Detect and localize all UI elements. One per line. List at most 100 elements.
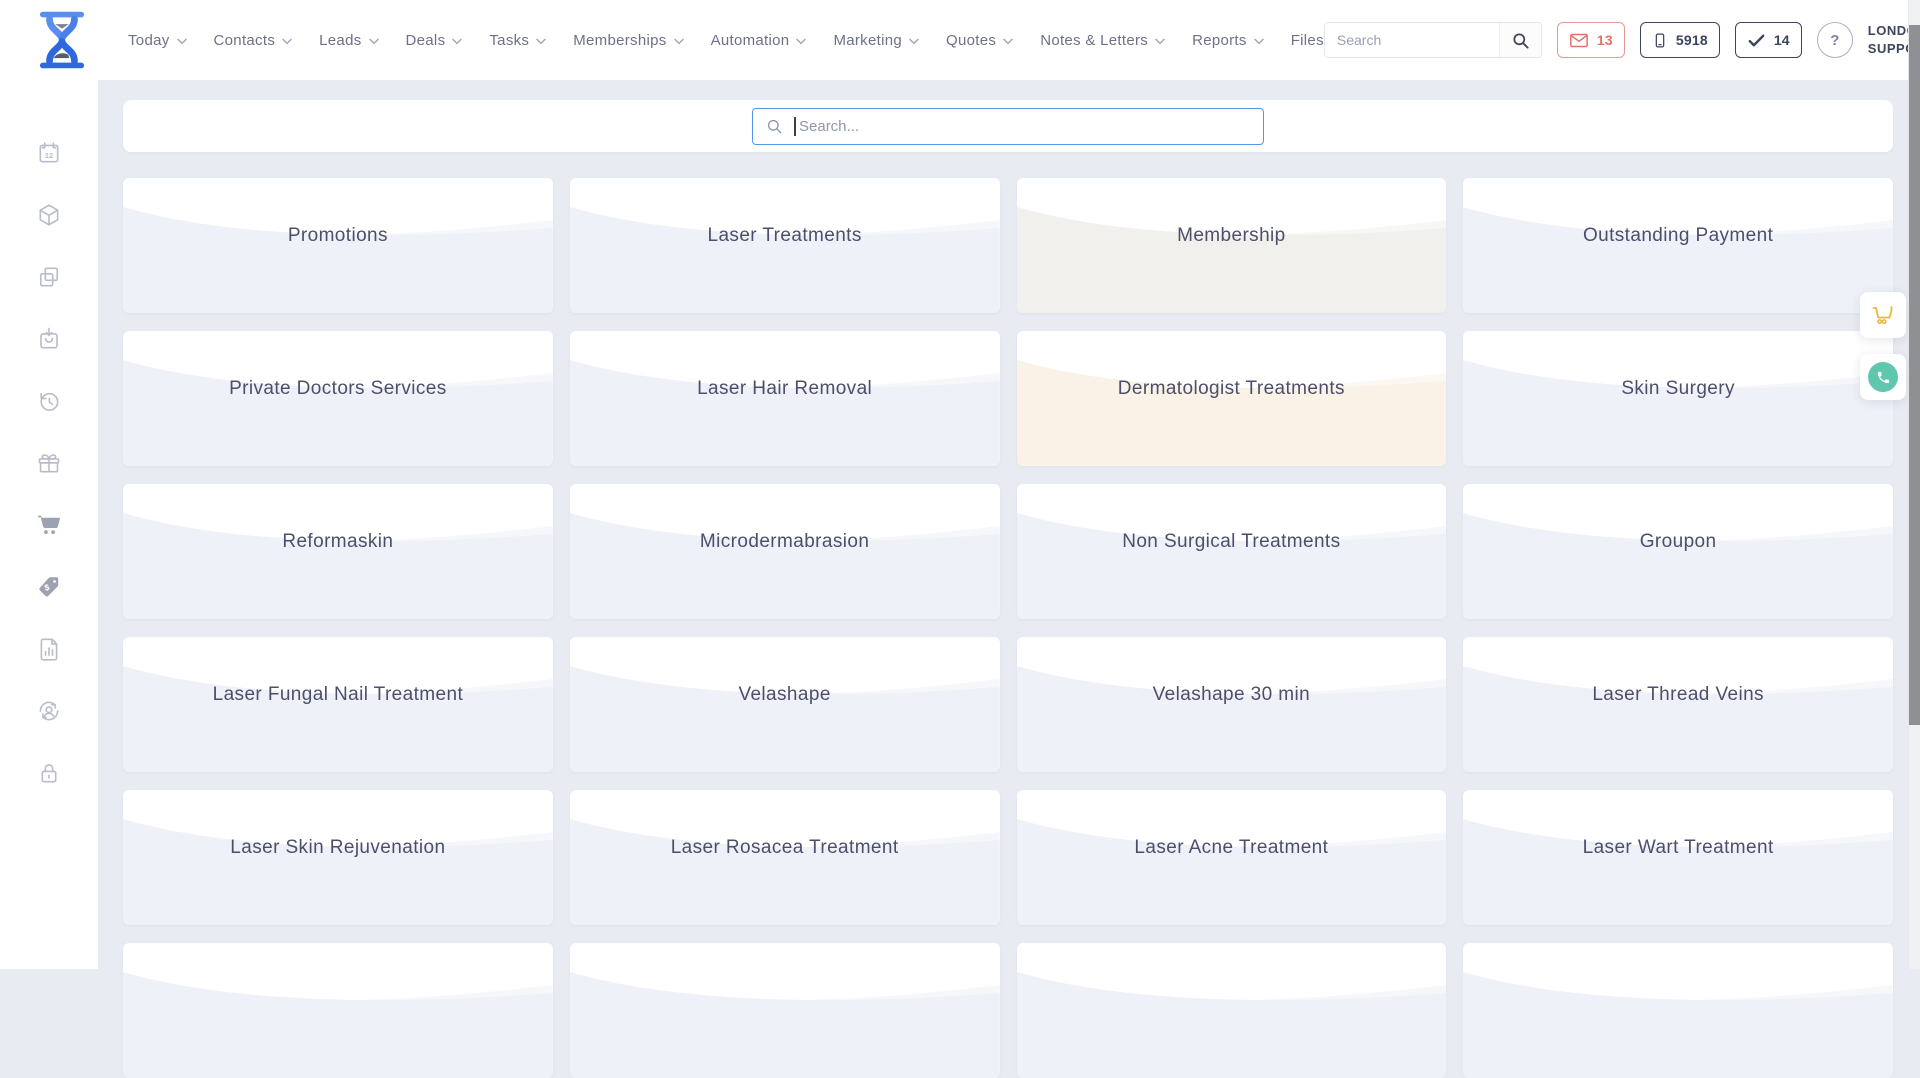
nav-item-tasks[interactable]: Tasks <box>489 32 546 49</box>
card-laser-rosacea-treatment[interactable]: Laser Rosacea Treatment <box>570 790 1000 925</box>
card-empty[interactable] <box>1017 943 1447 1078</box>
calls-count: 5918 <box>1676 32 1708 48</box>
card-velashape-30-min[interactable]: Velashape 30 min <box>1017 637 1447 772</box>
chevron-down-icon <box>536 38 546 45</box>
card-velashape[interactable]: Velashape <box>570 637 1000 772</box>
call-floating-button[interactable] <box>1860 354 1906 400</box>
cart-floating-button[interactable] <box>1860 292 1906 338</box>
card-label: Outstanding Payment <box>1471 225 1885 247</box>
nav-item-files[interactable]: Files <box>1291 32 1324 49</box>
sidebar-item-gift-icon[interactable] <box>36 450 62 476</box>
search-submit-button[interactable] <box>1499 23 1541 57</box>
nav-item-leads[interactable]: Leads <box>319 32 378 49</box>
search-icon <box>766 118 783 135</box>
nav-item-deals[interactable]: Deals <box>406 32 463 49</box>
nav-item-contacts[interactable]: Contacts <box>214 32 293 49</box>
nav-item-memberships[interactable]: Memberships <box>573 32 683 49</box>
sidebar-item-history-icon[interactable] <box>36 388 62 414</box>
chevron-down-icon <box>796 38 806 45</box>
card-promotions[interactable]: Promotions <box>123 178 553 313</box>
card-empty[interactable] <box>570 943 1000 1078</box>
chevron-down-icon <box>1003 38 1013 45</box>
card-laser-wart-treatment[interactable]: Laser Wart Treatment <box>1463 790 1893 925</box>
tasks-badge[interactable]: 14 <box>1735 22 1802 58</box>
messages-badge[interactable]: 13 <box>1557 22 1625 58</box>
card-label: Groupon <box>1471 531 1885 553</box>
card-label: Laser Wart Treatment <box>1471 837 1885 859</box>
chevron-down-icon <box>1155 38 1165 45</box>
nav-item-label: Contacts <box>214 32 276 49</box>
card-label: Laser Fungal Nail Treatment <box>131 684 545 706</box>
card-laser-treatments[interactable]: Laser Treatments <box>570 178 1000 313</box>
cart-icon <box>1870 302 1897 329</box>
chevron-down-icon <box>452 38 462 45</box>
services-search-panel <box>123 100 1893 152</box>
card-label: Private Doctors Services <box>131 378 545 400</box>
card-non-surgical-treatments[interactable]: Non Surgical Treatments <box>1017 484 1447 619</box>
global-search <box>1324 22 1542 58</box>
card-laser-acne-treatment[interactable]: Laser Acne Treatment <box>1017 790 1447 925</box>
nav-item-automation[interactable]: Automation <box>711 32 807 49</box>
nav-item-label: Reports <box>1192 32 1247 49</box>
smartphone-icon <box>1652 31 1668 50</box>
nav-item-label: Tasks <box>489 32 529 49</box>
sidebar-item-copy-icon[interactable] <box>36 264 62 290</box>
tasks-count: 14 <box>1774 32 1790 48</box>
nav-item-quotes[interactable]: Quotes <box>946 32 1013 49</box>
card-label: Laser Thread Veins <box>1471 684 1885 706</box>
card-skin-surgery[interactable]: Skin Surgery <box>1463 331 1893 466</box>
nav-item-label: Memberships <box>573 32 666 49</box>
sidebar-item-package-icon[interactable] <box>36 202 62 228</box>
card-label: Skin Surgery <box>1471 378 1885 400</box>
check-icon <box>1747 31 1766 50</box>
global-search-input[interactable] <box>1325 32 1499 48</box>
scrollbar-thumb[interactable] <box>1909 25 1920 725</box>
card-outstanding-payment[interactable]: Outstanding Payment <box>1463 178 1893 313</box>
card-groupon[interactable]: Groupon <box>1463 484 1893 619</box>
sidebar-item-calendar-icon[interactable]: 12 <box>36 140 62 166</box>
app-logo[interactable] <box>34 10 90 70</box>
card-dermatologist-treatments[interactable]: Dermatologist Treatments <box>1017 331 1447 466</box>
card-label: Laser Hair Removal <box>578 378 992 400</box>
card-laser-fungal-nail-treatment[interactable]: Laser Fungal Nail Treatment <box>123 637 553 772</box>
card-laser-skin-rejuvenation[interactable]: Laser Skin Rejuvenation <box>123 790 553 925</box>
card-private-doctors-services[interactable]: Private Doctors Services <box>123 331 553 466</box>
card-reformaskin[interactable]: Reformaskin <box>123 484 553 619</box>
card-membership[interactable]: Membership <box>1017 178 1447 313</box>
nav-item-reports[interactable]: Reports <box>1192 32 1264 49</box>
phone-call-icon <box>1868 362 1898 392</box>
chevron-down-icon <box>177 38 187 45</box>
card-label: Microdermabrasion <box>578 531 992 553</box>
messages-count: 13 <box>1597 32 1613 48</box>
card-laser-hair-removal[interactable]: Laser Hair Removal <box>570 331 1000 466</box>
sidebar-item-account-rotate-icon[interactable] <box>36 698 62 724</box>
sidebar-item-bag-receive-icon[interactable] <box>36 326 62 352</box>
card-empty[interactable] <box>123 943 553 1078</box>
services-search-input[interactable] <box>796 118 1263 135</box>
nav-item-notes-letters[interactable]: Notes & Letters <box>1040 32 1165 49</box>
sidebar-item-report-icon[interactable] <box>36 636 62 662</box>
svg-text:12: 12 <box>45 151 53 160</box>
nav-item-marketing[interactable]: Marketing <box>833 32 919 49</box>
question-icon: ? <box>1830 32 1839 49</box>
card-label: Laser Skin Rejuvenation <box>131 837 545 859</box>
nav-item-today[interactable]: Today <box>128 32 187 49</box>
nav-item-label: Deals <box>406 32 446 49</box>
services-search <box>752 108 1264 145</box>
card-empty[interactable] <box>1463 943 1893 1078</box>
nav-item-label: Files <box>1291 32 1324 49</box>
card-laser-thread-veins[interactable]: Laser Thread Veins <box>1463 637 1893 772</box>
card-label: Velashape <box>578 684 992 706</box>
card-label: Non Surgical Treatments <box>1025 531 1439 553</box>
nav-item-label: Quotes <box>946 32 996 49</box>
sidebar-item-lock-icon[interactable] <box>36 760 62 786</box>
main-menu: Today Contacts Leads Deals Tasks Memberships A… <box>128 32 1324 49</box>
sidebar-item-price-tag-icon[interactable]: $ <box>36 574 62 600</box>
scrollbar-track[interactable] <box>1908 0 1920 969</box>
help-button[interactable]: ? <box>1817 22 1853 58</box>
sidebar-item-cart-icon[interactable] <box>36 512 62 538</box>
card-microdermabrasion[interactable]: Microdermabrasion <box>570 484 1000 619</box>
top-navbar: Today Contacts Leads Deals Tasks Memberships A… <box>0 0 1920 80</box>
service-category-grid: PromotionsLaser TreatmentsMembership Outs… <box>123 178 1893 1078</box>
calls-badge[interactable]: 5918 <box>1640 22 1720 58</box>
